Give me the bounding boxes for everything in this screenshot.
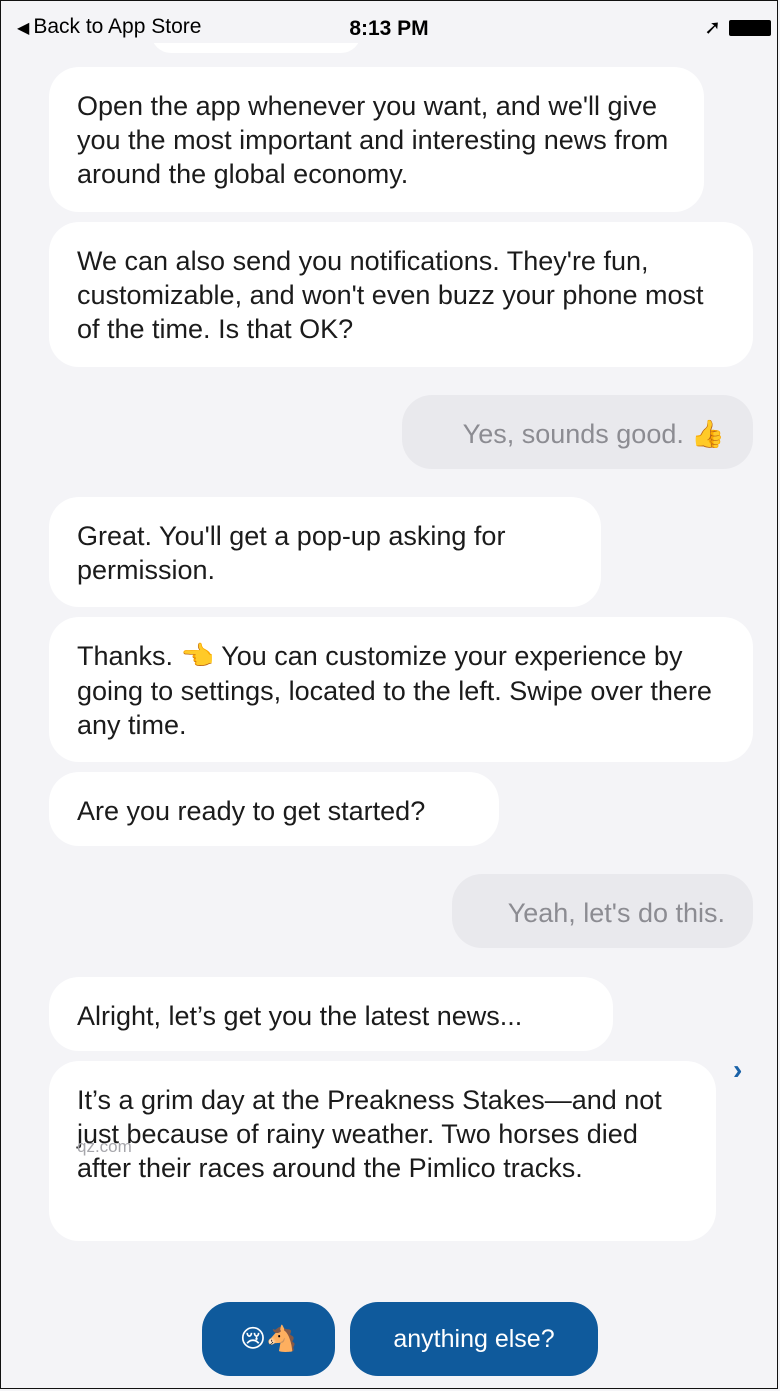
crying-face-horse-icon: 😢🐴 <box>239 1324 298 1353</box>
thumbs-up-icon: 👍 <box>691 419 725 450</box>
location-arrow-icon: ➚ <box>704 17 721 39</box>
message-text: Are you ready to get started? <box>77 796 426 826</box>
bot-message: Thanks. 👈 You can customize your experie… <box>49 617 753 762</box>
news-text: It’s a grim day at the Preakness Stakes—… <box>77 1085 662 1183</box>
message-text: Thanks. <box>77 641 174 671</box>
clock: 8:13 PM <box>349 17 429 40</box>
chat-screen: ◀ Back to App Store 8:13 PM ➚ Open the ap… <box>0 0 778 1389</box>
quick-reply-emoji-button[interactable]: 😢🐴 <box>202 1302 335 1376</box>
message-text: Yeah, let's do this. <box>507 898 725 928</box>
bot-message: Alright, let’s get you the latest news..… <box>49 977 613 1051</box>
chevron-right-icon[interactable]: › <box>733 1054 742 1086</box>
quick-reply-anything-else-button[interactable]: anything else? <box>350 1302 598 1376</box>
user-message: Yes, sounds good. 👍 <box>402 395 753 469</box>
bot-message: Open the app whenever you want, and we'l… <box>49 67 704 212</box>
message-text: Alright, let’s get you the latest news..… <box>77 1001 523 1031</box>
bot-message: Great. You'll get a pop-up asking for pe… <box>49 497 601 607</box>
message-text: We can also send you notifications. They… <box>77 246 704 344</box>
message-text: You can customize your experience by goi… <box>77 641 712 740</box>
message-text: Great. You'll get a pop-up asking for pe… <box>77 521 506 585</box>
message-text: Open the app whenever you want, and we'l… <box>77 91 669 189</box>
quick-reply-label: anything else? <box>393 1324 555 1353</box>
news-card[interactable]: It’s a grim day at the Preakness Stakes—… <box>49 1061 716 1241</box>
pointing-left-hand-icon: 👈 <box>180 641 215 672</box>
news-source: qz.com <box>77 1137 132 1156</box>
user-message: Yeah, let's do this. <box>452 874 753 948</box>
message-text: Yes, sounds good. <box>462 419 684 449</box>
battery-icon <box>729 20 771 36</box>
bot-message: We can also send you notifications. They… <box>49 222 753 367</box>
bot-message: Are you ready to get started? <box>49 772 499 846</box>
status-bar: ◀ Back to App Store 8:13 PM ➚ <box>1 1 777 43</box>
